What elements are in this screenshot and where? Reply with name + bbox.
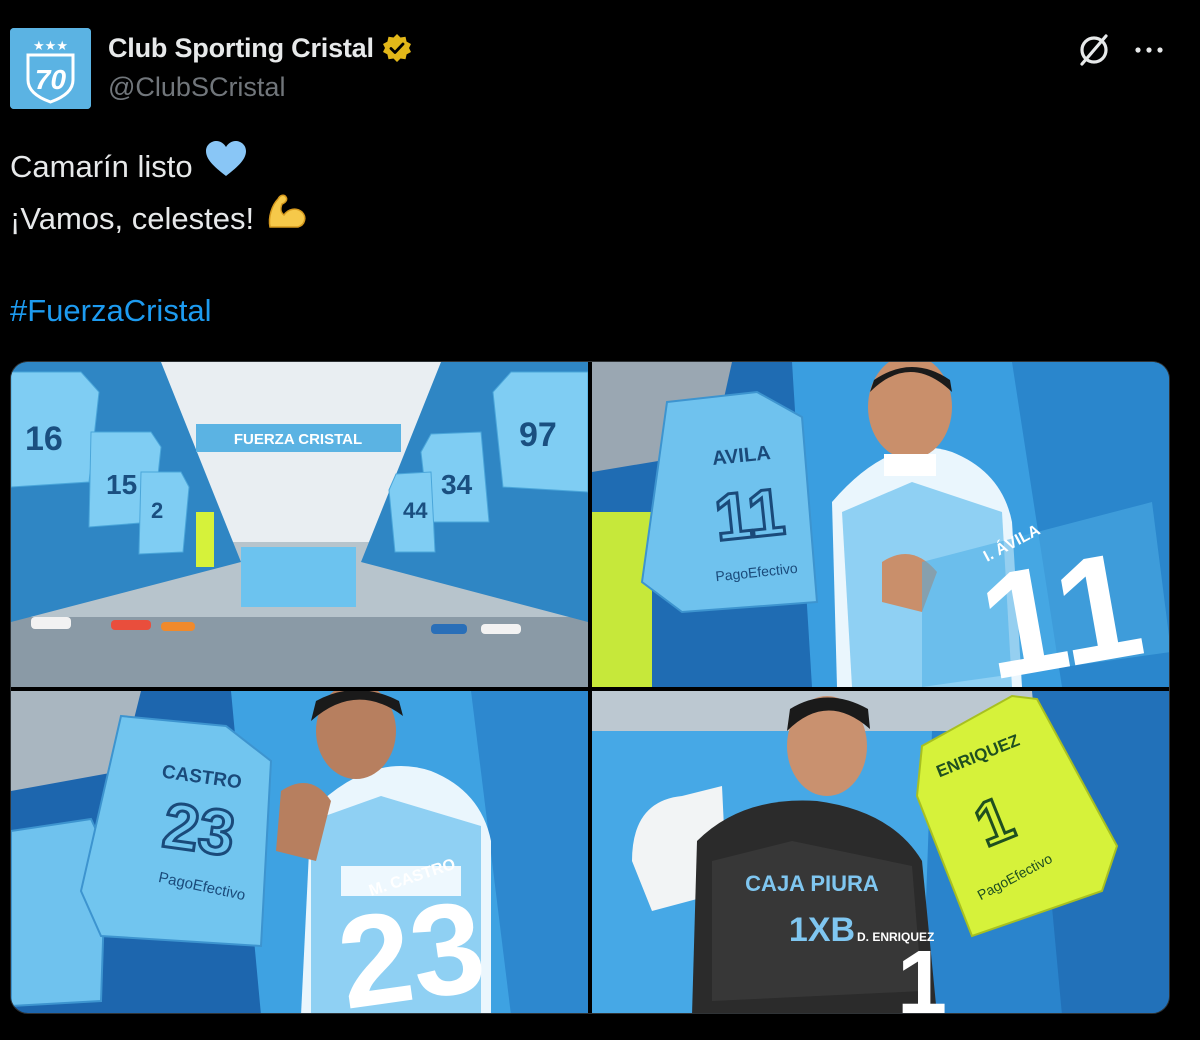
tweet-header: ★★★ 70 Club Sporting Cristal @ClubSCrist… [10,28,1190,110]
shirt-number-16: 16 [25,420,63,458]
shirt-number-34: 34 [441,469,473,500]
avatar-stars: ★★★ [33,38,68,53]
tweet-text: Camarín listo ¡Vamos, celestes! [10,141,308,245]
avatar-number: 70 [35,64,67,95]
big-number-11: 11 [968,519,1153,687]
photo-castro-locker[interactable]: CASTRO 23 PagoEfectivo M. CASTRO 23 [11,691,588,1014]
shirt-number-44: 44 [403,498,428,523]
more-options-icon[interactable] [1130,32,1170,68]
big-number-23: 23 [330,872,494,1014]
shirt-number-2: 2 [151,498,163,523]
flexed-biceps-icon [266,191,308,247]
hashtag-link[interactable]: #FuerzaCristal [10,288,212,334]
shirt-number-97: 97 [519,416,557,454]
blue-heart-icon [205,140,247,194]
verified-badge-icon[interactable] [382,33,412,63]
display-name[interactable]: Club Sporting Cristal [108,33,374,64]
big-number-1: 1 [897,933,947,1014]
tweet-line-2: ¡Vamos, celestes! [10,201,255,236]
kit-sponsor-caja-piura: CAJA PIURA [745,871,879,896]
shirt-number-23: 23 [159,789,240,870]
photo-locker-room[interactable]: FUERZA CRISTAL 16 15 2 97 34 44 [11,362,588,687]
author-names: Club Sporting Cristal @ClubSCristal [108,30,412,103]
photo-avila-locker[interactable]: AVILA 11 PagoEfectivo I. ÁVILA 11 [592,362,1169,687]
handle[interactable]: @ClubSCristal [108,72,412,103]
media-grid: FUERZA CRISTAL 16 15 2 97 34 44 AVILA 11… [10,361,1170,1014]
photo-enriquez-locker[interactable]: CAJA PIURA 1XB ENRIQUEZ 1 PagoEfectivo D… [592,691,1169,1014]
shirt-number-15: 15 [106,469,137,500]
shirt-number-11: 11 [711,474,788,555]
tweet-line-1: Camarín listo [10,149,193,184]
grok-icon[interactable] [1075,31,1113,69]
banner-text: FUERZA CRISTAL [234,431,362,448]
avatar[interactable]: ★★★ 70 [10,28,91,109]
kit-sponsor-1xb: 1XB [789,911,855,949]
